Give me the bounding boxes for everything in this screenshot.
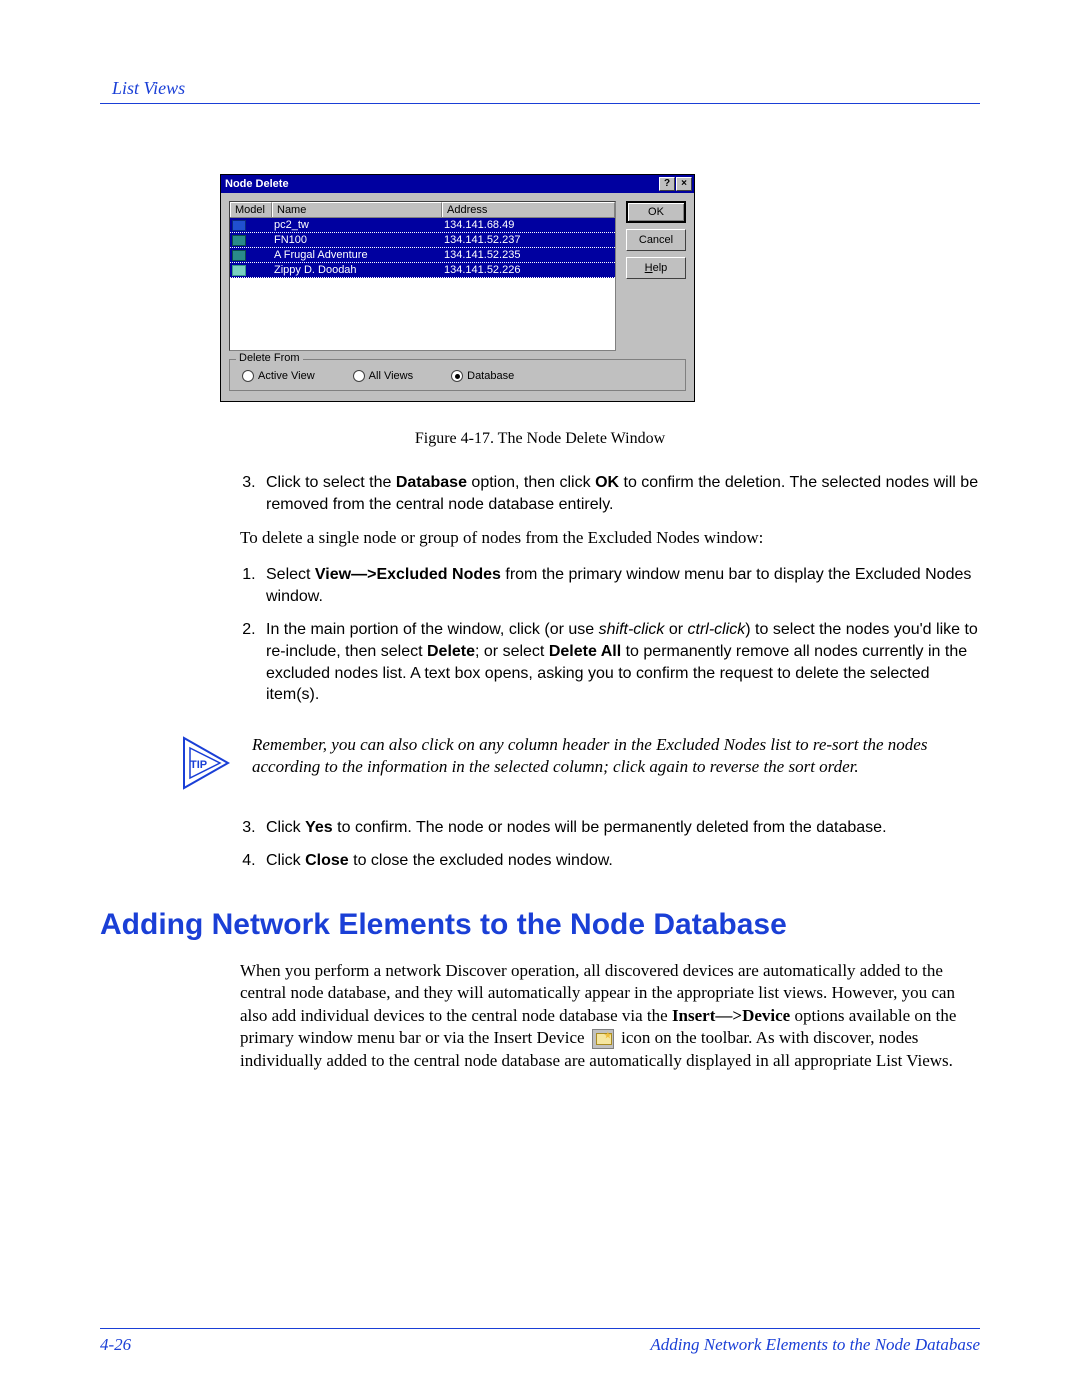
dialog-title: Node Delete bbox=[223, 178, 658, 190]
close-icon[interactable]: × bbox=[676, 177, 692, 191]
radio-icon bbox=[242, 370, 254, 382]
section-paragraph: When you perform a network Discover oper… bbox=[240, 960, 980, 1072]
tip-icon: TIP bbox=[180, 734, 236, 797]
page-number: 4-26 bbox=[100, 1335, 131, 1355]
step-3a: Click to select the Database option, the… bbox=[260, 472, 980, 515]
footer-title: Adding Network Elements to the Node Data… bbox=[650, 1335, 980, 1355]
step-1: Select View—>Excluded Nodes from the pri… bbox=[260, 564, 980, 607]
node-delete-dialog: Node Delete ? × Model Name Address pc2_t… bbox=[220, 174, 695, 402]
figure-caption: Figure 4-17. The Node Delete Window bbox=[100, 430, 980, 448]
dialog-titlebar: Node Delete ? × bbox=[221, 175, 694, 193]
cell-address: 134.141.52.226 bbox=[442, 263, 615, 277]
cancel-button[interactable]: Cancel bbox=[626, 229, 686, 251]
cell-name: A Frugal Adventure bbox=[272, 248, 442, 262]
delete-from-legend: Delete From bbox=[236, 352, 303, 364]
table-row[interactable]: A Frugal Adventure134.141.52.235 bbox=[230, 248, 615, 263]
radio-database[interactable]: Database bbox=[451, 370, 514, 382]
node-list[interactable]: Model Name Address pc2_tw134.141.68.49FN… bbox=[229, 201, 616, 351]
table-row[interactable]: pc2_tw134.141.68.49 bbox=[230, 218, 615, 233]
svg-text:TIP: TIP bbox=[190, 759, 207, 771]
cell-address: 134.141.68.49 bbox=[442, 218, 615, 232]
list-header: Model Name Address bbox=[230, 202, 615, 218]
step-3b: Click Yes to confirm. The node or nodes … bbox=[260, 817, 980, 839]
radio-icon-selected bbox=[451, 370, 463, 382]
table-row[interactable]: FN100134.141.52.237 bbox=[230, 233, 615, 248]
col-address[interactable]: Address bbox=[442, 202, 615, 217]
help-icon[interactable]: ? bbox=[659, 177, 675, 191]
cell-address: 134.141.52.237 bbox=[442, 233, 615, 247]
node-icon bbox=[232, 220, 246, 231]
step-2: In the main portion of the window, click… bbox=[260, 619, 980, 705]
insert-device-icon bbox=[592, 1029, 614, 1049]
node-icon bbox=[232, 265, 246, 276]
excluded-intro: To delete a single node or group of node… bbox=[240, 527, 980, 550]
radio-all-views[interactable]: All Views bbox=[353, 370, 413, 382]
delete-from-group: Delete From Active View All Views Databa… bbox=[229, 359, 686, 391]
cell-name: Zippy D. Doodah bbox=[272, 263, 442, 277]
cell-name: pc2_tw bbox=[272, 218, 442, 232]
table-row[interactable]: Zippy D. Doodah134.141.52.226 bbox=[230, 263, 615, 278]
ok-button[interactable]: OK bbox=[626, 201, 686, 223]
node-icon bbox=[232, 235, 246, 246]
tip-text: Remember, you can also click on any colu… bbox=[252, 734, 980, 778]
help-button[interactable]: Help bbox=[626, 257, 686, 279]
cell-name: FN100 bbox=[272, 233, 442, 247]
section-heading: Adding Network Elements to the Node Data… bbox=[100, 908, 980, 942]
cell-address: 134.141.52.235 bbox=[442, 248, 615, 262]
footer-rule bbox=[100, 1328, 980, 1329]
col-name[interactable]: Name bbox=[272, 202, 442, 217]
header-rule bbox=[100, 103, 980, 104]
node-icon bbox=[232, 250, 246, 261]
radio-icon bbox=[353, 370, 365, 382]
col-model[interactable]: Model bbox=[230, 202, 272, 217]
radio-active-view[interactable]: Active View bbox=[242, 370, 315, 382]
step-4: Click Close to close the excluded nodes … bbox=[260, 850, 980, 872]
page-header-section: List Views bbox=[100, 78, 980, 99]
